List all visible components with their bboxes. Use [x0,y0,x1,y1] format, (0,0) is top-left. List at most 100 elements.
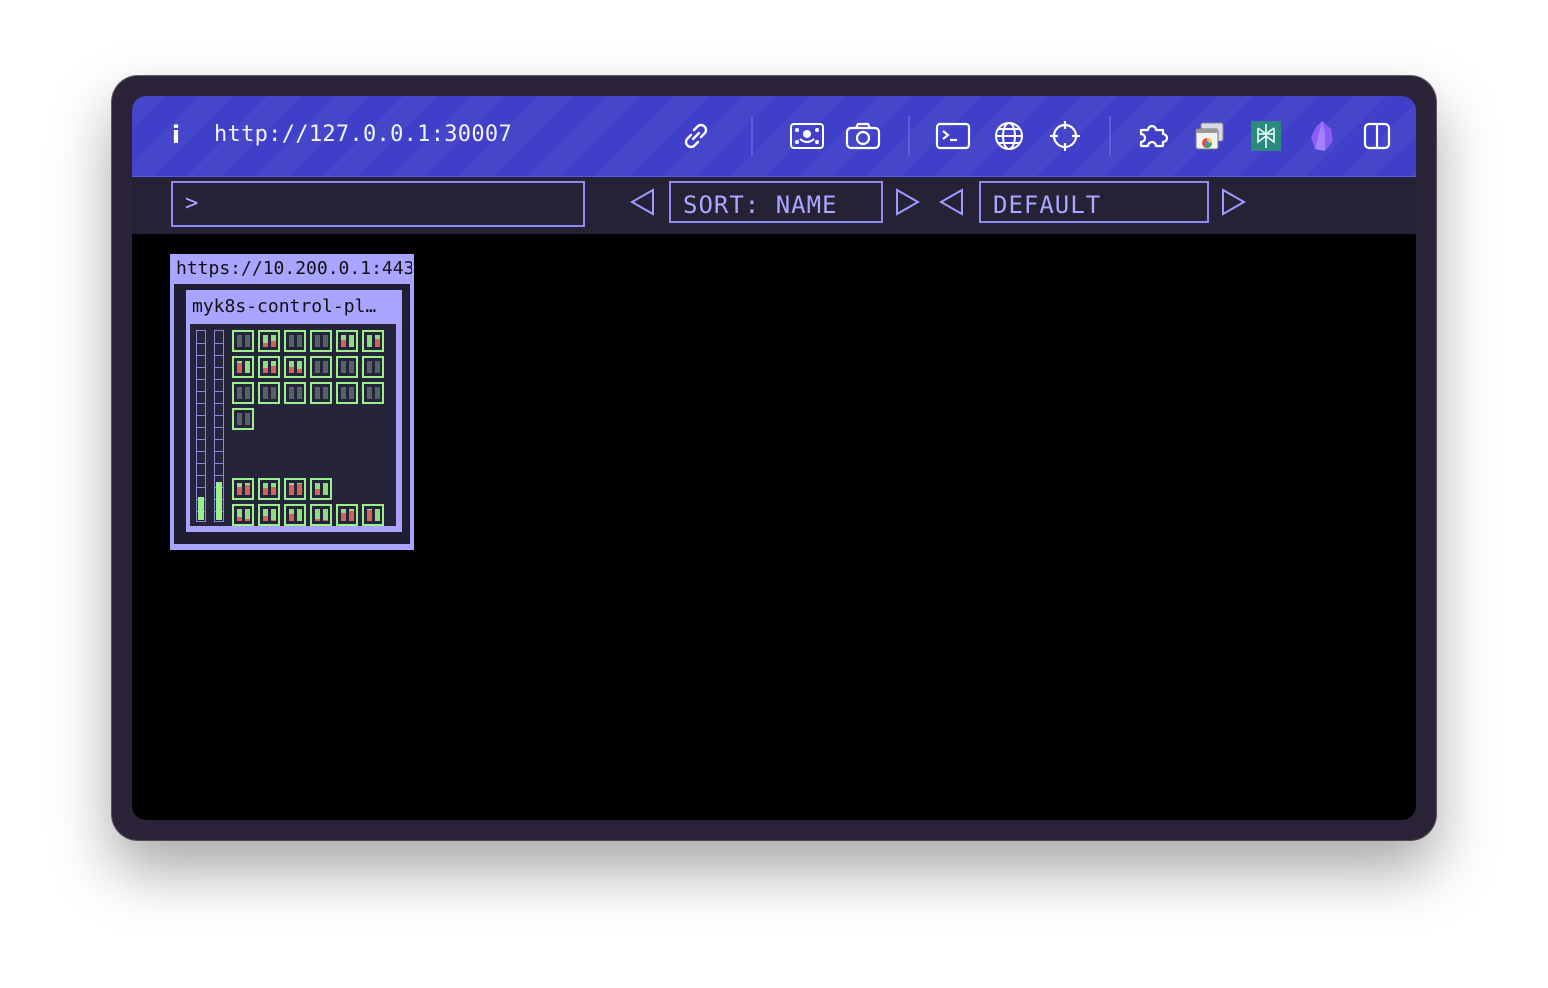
container [271,335,276,347]
gauge-tick [215,367,223,368]
filter-input[interactable]: > [171,181,585,227]
url-address[interactable]: http://127.0.0.1:30007 [214,122,512,147]
container [245,361,250,373]
pod[interactable] [310,382,332,404]
puzzle-icon[interactable] [1134,118,1176,154]
globe-icon[interactable] [991,118,1027,154]
pod[interactable] [232,504,254,526]
pod[interactable] [258,504,280,526]
pod[interactable] [284,356,306,378]
container [297,335,302,347]
pod[interactable] [258,330,280,352]
info-icon[interactable]: i [168,120,184,150]
pod[interactable] [258,478,280,500]
split-view-icon[interactable] [1359,118,1395,154]
container [297,387,302,399]
browser-toolbar: i http://127.0.0.1:30007 [132,96,1416,177]
pod[interactable] [362,504,384,526]
perplexity-icon[interactable] [1248,118,1284,154]
container [349,509,354,521]
pod[interactable] [310,356,332,378]
theme-selector[interactable]: DEFAULT [979,181,1209,223]
node-body [190,324,396,526]
container [271,509,276,521]
container [323,361,328,373]
pod[interactable] [284,504,306,526]
cluster-url: https://10.200.0.1:443 [176,258,412,279]
pod[interactable] [232,330,254,352]
container [341,387,346,399]
sort-next-arrow-icon[interactable] [893,187,921,217]
container [237,509,242,521]
pod[interactable] [310,330,332,352]
container [315,335,320,347]
gauge-tick [215,415,223,416]
container [245,387,250,399]
kube-ops-view-screen: i http://127.0.0.1:30007 > SORT: NAME DE… [132,96,1416,820]
pod[interactable] [232,408,254,430]
container [263,387,268,399]
container [289,335,294,347]
pod[interactable] [362,382,384,404]
pod[interactable] [310,504,332,526]
container [245,335,250,347]
pod[interactable] [284,330,306,352]
container [315,387,320,399]
theme-next-arrow-icon[interactable] [1219,187,1247,217]
app-window: i http://127.0.0.1:30007 > SORT: NAME DE… [112,76,1436,840]
pod[interactable] [336,356,358,378]
toolbar-separator [908,116,910,156]
sort-prev-arrow-icon[interactable] [629,187,657,217]
pod[interactable] [336,330,358,352]
pod[interactable] [258,382,280,404]
terminal-icon[interactable] [935,118,971,154]
container [237,335,242,347]
container [263,361,268,373]
cpu-gauge [196,330,206,522]
sort-selector[interactable]: SORT: NAME [669,181,883,223]
container [289,483,294,495]
pod[interactable] [232,356,254,378]
container [271,483,276,495]
gauge-tick [215,379,223,380]
pod[interactable] [336,382,358,404]
pod[interactable] [336,504,358,526]
node-box[interactable]: myk8s-control-pl… [186,290,402,532]
container [245,483,250,495]
container [375,387,380,399]
container [237,413,242,425]
gauge-tick [215,403,223,404]
gauge-tick [197,415,205,416]
container [375,361,380,373]
container [297,361,302,373]
gauge-tick [215,343,223,344]
gauge-tick [215,427,223,428]
container [341,509,346,521]
link-icon[interactable] [678,118,714,154]
pod[interactable] [232,478,254,500]
memory-gauge [214,330,224,522]
pod[interactable] [362,330,384,352]
container [297,483,302,496]
container [375,335,380,347]
pod[interactable] [362,356,384,378]
pod[interactable] [310,478,332,500]
pod[interactable] [284,478,306,500]
pod[interactable] [258,356,280,378]
crosshair-icon[interactable] [1047,118,1083,154]
theme-prev-arrow-icon[interactable] [938,187,966,217]
pod[interactable] [284,382,306,404]
gauge-tick [197,403,205,404]
pod[interactable] [232,382,254,404]
gauge-tick [197,379,205,380]
toolbar-separator [751,116,753,156]
obsidian-icon[interactable] [1304,118,1340,154]
cluster-box[interactable]: https://10.200.0.1:443 myk8s-control-pl… [170,254,414,550]
container [367,361,372,373]
screencast-icon[interactable] [789,118,825,154]
gauge-tick [215,439,223,440]
window-stack-icon[interactable] [1191,118,1227,154]
node-name: myk8s-control-pl… [192,296,377,317]
camera-icon[interactable] [845,118,881,154]
container [315,483,320,495]
